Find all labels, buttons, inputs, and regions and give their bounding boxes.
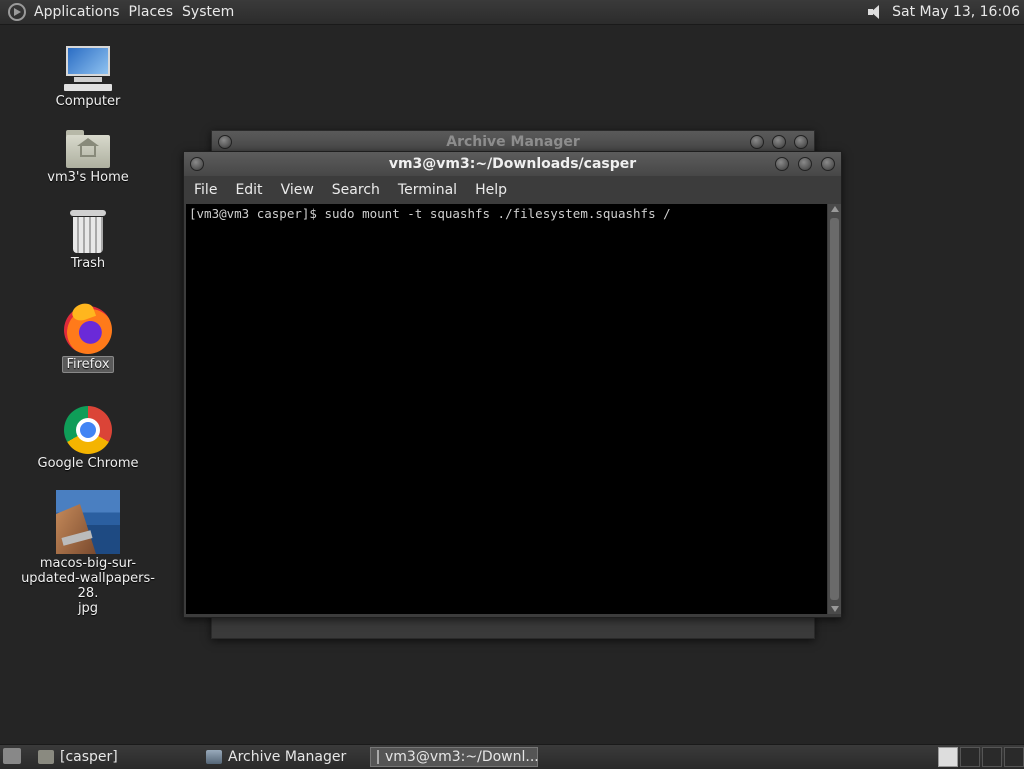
desktop-icon-computer[interactable]: Computer xyxy=(18,46,158,109)
task-label: [casper] xyxy=(60,749,118,765)
desktop-icon-label: Trash xyxy=(70,256,106,271)
terminal-icon xyxy=(377,750,379,764)
menu-file[interactable]: File xyxy=(194,182,217,198)
task-label: vm3@vm3:~/Downl... xyxy=(385,749,539,765)
desktop-icon-label: Firefox xyxy=(62,356,114,373)
terminal-window[interactable]: vm3@vm3:~/Downloads/casper File Edit Vie… xyxy=(183,151,842,618)
menu-help[interactable]: Help xyxy=(475,182,507,198)
folder-icon xyxy=(38,750,54,764)
taskbar-item-terminal[interactable]: vm3@vm3:~/Downl... xyxy=(370,747,539,767)
terminal-output[interactable]: [vm3@vm3 casper]$ sudo mount -t squashfs… xyxy=(186,204,827,614)
desktop-icon-label: Computer xyxy=(55,94,121,109)
desktop-icon-wallpaper[interactable]: macos-big-sur- updated-wallpapers-28. jp… xyxy=(18,490,158,616)
window-title: Archive Manager xyxy=(446,134,580,150)
window-title: vm3@vm3:~/Downloads/casper xyxy=(388,156,637,172)
trash-icon xyxy=(70,210,106,254)
label-line: updated-wallpapers-28. xyxy=(21,571,155,601)
workspace-1[interactable] xyxy=(938,747,958,767)
close-button[interactable] xyxy=(794,135,808,149)
terminal-scrollbar[interactable] xyxy=(828,204,841,614)
minimize-button[interactable] xyxy=(750,135,764,149)
top-panel: Applications Places System Sat May 13, 1… xyxy=(0,0,1024,25)
maximize-button[interactable] xyxy=(772,135,786,149)
archive-manager-titlebar[interactable]: Archive Manager xyxy=(212,131,814,153)
menu-terminal[interactable]: Terminal xyxy=(398,182,457,198)
desktop-icon-label: Google Chrome xyxy=(37,456,139,471)
scroll-up-icon[interactable] xyxy=(831,206,839,212)
desktop-icon-label: macos-big-sur- updated-wallpapers-28. jp… xyxy=(18,556,158,616)
menu-edit[interactable]: Edit xyxy=(235,182,262,198)
desktop-icon-firefox[interactable]: Firefox xyxy=(18,306,158,373)
menu-places[interactable]: Places xyxy=(129,4,183,20)
scrollbar-thumb[interactable] xyxy=(830,218,839,600)
bottom-panel: [casper] Archive Manager vm3@vm3:~/Downl… xyxy=(0,744,1024,769)
terminal-line: [vm3@vm3 casper]$ sudo mount -t squashfs… xyxy=(189,206,671,221)
taskbar-item-casper[interactable]: [casper] xyxy=(32,747,192,767)
menu-search[interactable]: Search xyxy=(332,182,380,198)
menu-view[interactable]: View xyxy=(281,182,314,198)
desktop-icon-trash[interactable]: Trash xyxy=(18,210,158,271)
minimize-button[interactable] xyxy=(775,157,789,171)
terminal-menubar: File Edit View Search Terminal Help xyxy=(184,176,841,203)
desktop-icon-chrome[interactable]: Google Chrome xyxy=(18,406,158,471)
panel-tray: Sat May 13, 16:06 xyxy=(866,3,1024,21)
task-label: Archive Manager xyxy=(228,749,347,765)
home-folder-icon xyxy=(66,130,110,168)
menu-system[interactable]: System xyxy=(182,4,243,20)
desktop-icon-home[interactable]: vm3's Home xyxy=(18,130,158,185)
label-line: jpg xyxy=(77,601,99,616)
workspace-2[interactable] xyxy=(960,747,980,767)
image-file-icon xyxy=(56,490,120,554)
archive-manager-icon xyxy=(206,750,222,764)
taskbar-item-archive-manager[interactable]: Archive Manager xyxy=(200,747,365,767)
label-line: macos-big-sur- xyxy=(39,556,137,571)
maximize-button[interactable] xyxy=(798,157,812,171)
workspace-4[interactable] xyxy=(1004,747,1024,767)
firefox-icon xyxy=(64,306,112,354)
workspace-3[interactable] xyxy=(982,747,1002,767)
volume-icon[interactable] xyxy=(866,3,884,21)
mint-logo-icon[interactable] xyxy=(8,3,26,21)
close-button[interactable] xyxy=(821,157,835,171)
clock[interactable]: Sat May 13, 16:06 xyxy=(892,4,1020,20)
desktop-icon-label: vm3's Home xyxy=(47,170,129,185)
terminal-titlebar[interactable]: vm3@vm3:~/Downloads/casper xyxy=(184,152,841,176)
show-desktop-icon[interactable] xyxy=(3,748,21,764)
chrome-icon xyxy=(64,406,112,454)
computer-icon xyxy=(64,46,112,92)
scroll-down-icon[interactable] xyxy=(831,606,839,612)
menu-applications[interactable]: Applications xyxy=(34,4,129,20)
